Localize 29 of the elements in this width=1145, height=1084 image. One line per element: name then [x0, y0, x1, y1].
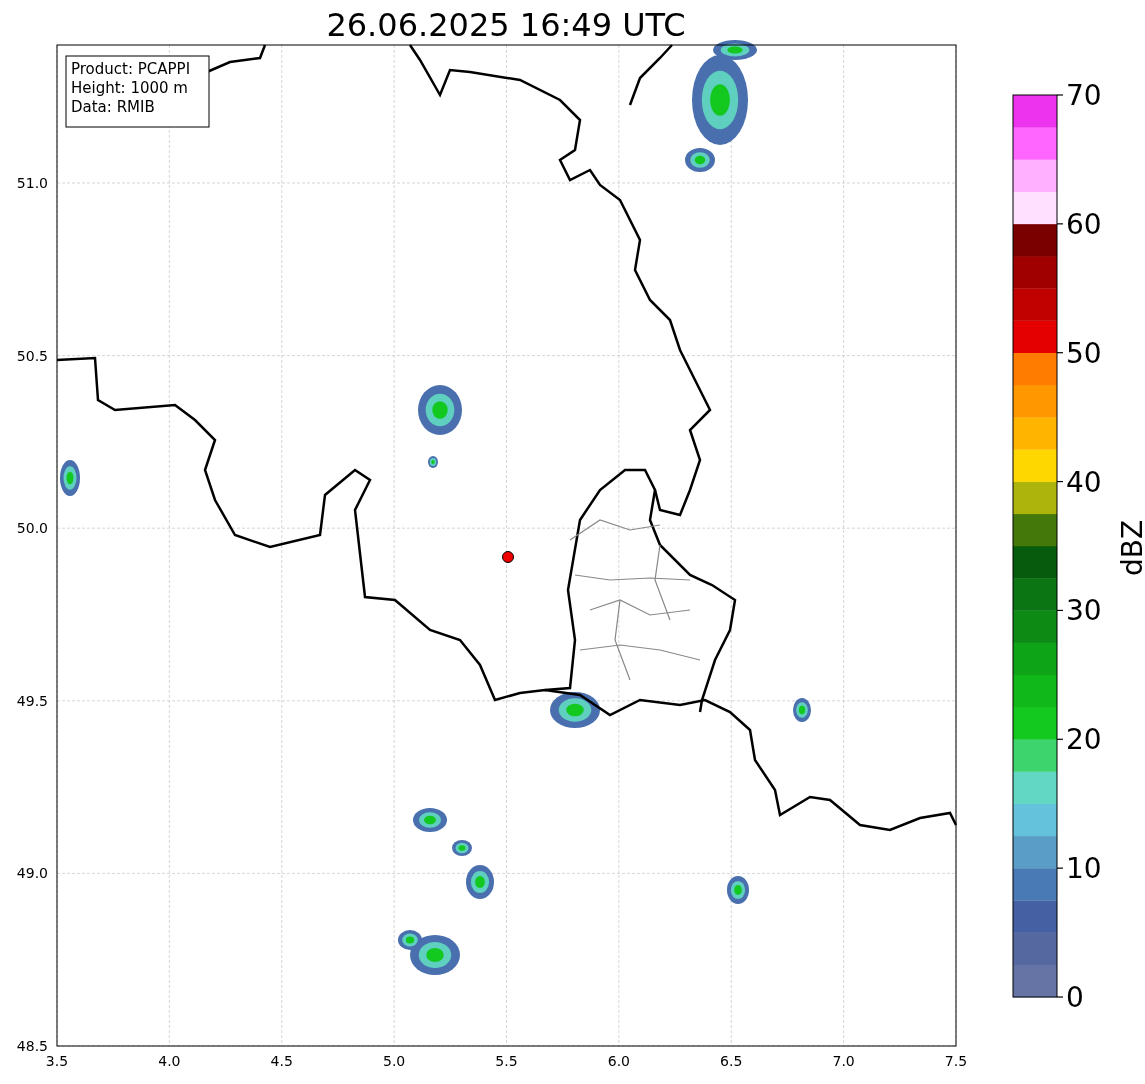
x-tick-label: 5.5 [495, 1053, 518, 1069]
info-line: Height: 1000 m [71, 79, 188, 97]
y-tick-label: 48.5 [16, 1038, 48, 1054]
x-tick-label: 7.0 [832, 1053, 855, 1069]
x-tick-label: 5.0 [383, 1053, 406, 1069]
x-tick-label: 6.5 [720, 1053, 743, 1069]
colorbar-tick-label: 30 [1066, 594, 1102, 628]
x-tick-label: 3.5 [45, 1053, 69, 1069]
y-tick-label: 50.0 [16, 520, 48, 537]
colorbar-label: dBZ [1116, 519, 1145, 577]
radar-site-marker [502, 551, 514, 563]
colorbar-tick-label: 60 [1066, 207, 1102, 241]
colorbar-tick-label: 0 [1066, 981, 1084, 1014]
y-tick-label: 49.0 [16, 865, 48, 882]
colorbar-tick-label: 40 [1066, 465, 1102, 499]
colorbar-tick-label: 70 [1066, 79, 1102, 112]
colorbar-tick-label: 20 [1066, 723, 1102, 757]
y-tick-label: 49.5 [16, 692, 48, 709]
colorbar-tick-label: 50 [1066, 336, 1102, 370]
colorbar-tick-label: 10 [1066, 852, 1102, 886]
x-tick-label: 6.0 [607, 1053, 630, 1069]
x-tick-label: 4.0 [158, 1053, 181, 1069]
y-tick-label: 50.5 [16, 347, 48, 364]
plot-title: 26.06.2025 16:49 UTC [326, 6, 686, 44]
x-tick-label: 4.5 [270, 1053, 293, 1069]
info-line: Product: PCAPPI [71, 60, 191, 78]
y-tick-label: 51.0 [16, 175, 48, 191]
x-tick-label: 7.5 [944, 1053, 968, 1069]
info-line: Data: RMIB [71, 98, 155, 116]
